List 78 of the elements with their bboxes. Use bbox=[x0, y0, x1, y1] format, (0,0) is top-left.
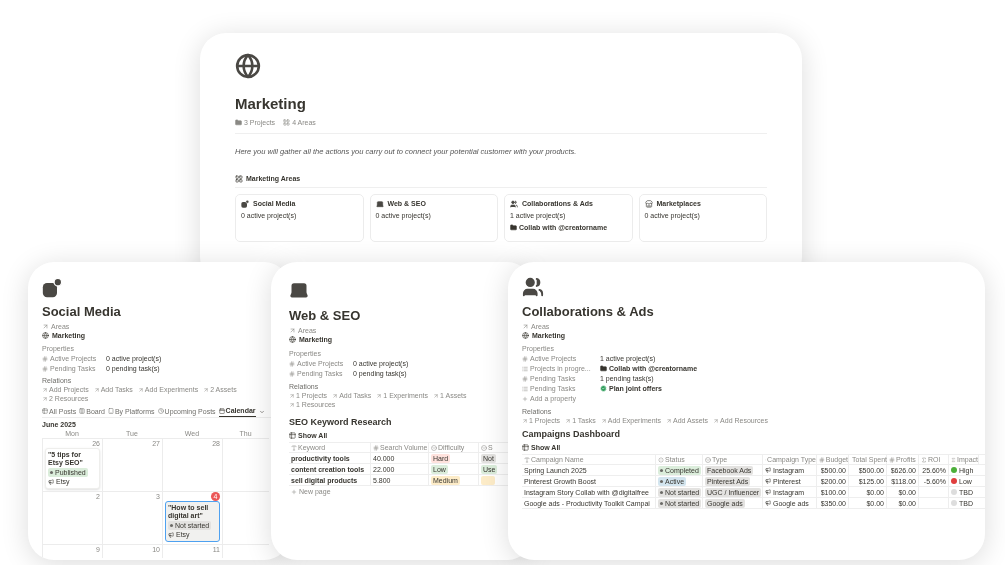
megaphone-icon bbox=[168, 532, 174, 538]
calendar-cell[interactable] bbox=[222, 438, 269, 491]
grid-icon bbox=[283, 119, 291, 126]
folder-icon bbox=[235, 119, 242, 126]
hash-icon bbox=[522, 355, 528, 362]
megaphone-icon bbox=[765, 500, 771, 506]
text-icon bbox=[524, 456, 530, 463]
list-icon bbox=[522, 385, 528, 392]
arrow-icon bbox=[522, 323, 529, 330]
arrow-icon bbox=[332, 392, 339, 399]
laptop-icon bbox=[289, 280, 309, 300]
clock-icon bbox=[157, 408, 164, 414]
select-icon bbox=[431, 444, 437, 451]
folder-icon bbox=[600, 365, 607, 372]
globe-icon bbox=[235, 53, 261, 79]
select-icon bbox=[481, 444, 487, 451]
page-title: Marketing bbox=[235, 95, 307, 113]
laptop-icon bbox=[375, 199, 384, 208]
arrow-icon bbox=[522, 417, 528, 424]
hash-icon bbox=[522, 375, 528, 382]
arrow-icon bbox=[289, 401, 295, 408]
chat-bubble-icon bbox=[42, 278, 62, 298]
list-icon bbox=[522, 365, 528, 372]
select-icon bbox=[705, 456, 711, 463]
arrow-icon bbox=[376, 392, 383, 399]
calendar-icon bbox=[218, 407, 225, 414]
hash-icon bbox=[289, 360, 295, 367]
arrow-icon bbox=[666, 417, 673, 424]
globe-icon bbox=[289, 336, 296, 343]
grid-icon bbox=[235, 174, 243, 183]
check-circle-icon bbox=[600, 385, 607, 392]
megaphone-icon bbox=[765, 467, 771, 473]
status-icon bbox=[658, 456, 664, 463]
megaphone-icon bbox=[765, 478, 771, 484]
hash-icon bbox=[819, 456, 825, 463]
table-icon bbox=[42, 408, 48, 414]
table-icon bbox=[522, 444, 529, 451]
table-title: Campaigns Dashboard bbox=[522, 429, 621, 440]
arrow-icon bbox=[713, 417, 720, 424]
arrow-icon bbox=[42, 386, 48, 393]
globe-icon bbox=[522, 332, 529, 339]
device-icon bbox=[107, 408, 114, 414]
hash-icon bbox=[289, 370, 295, 377]
page-title: Social Media bbox=[42, 304, 122, 320]
megaphone-icon bbox=[765, 489, 771, 495]
folder-icon bbox=[510, 224, 517, 231]
plus-icon bbox=[291, 488, 297, 495]
people-icon bbox=[522, 276, 544, 298]
text-icon bbox=[291, 444, 297, 451]
hash-icon bbox=[42, 365, 48, 372]
arrow-icon bbox=[433, 392, 440, 399]
formula-icon bbox=[951, 456, 956, 463]
board-icon bbox=[79, 408, 86, 414]
table-icon bbox=[289, 432, 296, 439]
calendar-cell[interactable] bbox=[222, 491, 269, 544]
chevron-icon bbox=[258, 408, 265, 415]
calendar-cell[interactable] bbox=[222, 544, 269, 558]
globe-icon bbox=[42, 332, 49, 339]
arrow-icon bbox=[289, 392, 295, 399]
hash-icon bbox=[889, 456, 895, 463]
page-title: Collaborations & Ads bbox=[522, 304, 655, 320]
plus-icon bbox=[522, 395, 528, 402]
arrow-icon bbox=[565, 417, 572, 424]
table-title: SEO Keyword Research bbox=[289, 417, 392, 428]
people-icon bbox=[510, 199, 518, 208]
hash-icon bbox=[42, 355, 48, 362]
arrow-icon bbox=[203, 386, 210, 393]
arrow-icon bbox=[42, 395, 48, 402]
formula-icon bbox=[921, 456, 927, 463]
arrow-icon bbox=[289, 327, 296, 334]
arrow-icon bbox=[42, 323, 49, 330]
arrow-icon bbox=[137, 386, 144, 393]
arrow-icon bbox=[600, 417, 607, 424]
arrow-icon bbox=[93, 386, 100, 393]
megaphone-icon bbox=[48, 479, 54, 485]
store-icon bbox=[644, 199, 653, 208]
chat-bubble-icon bbox=[241, 199, 249, 208]
hash-icon bbox=[373, 444, 379, 451]
